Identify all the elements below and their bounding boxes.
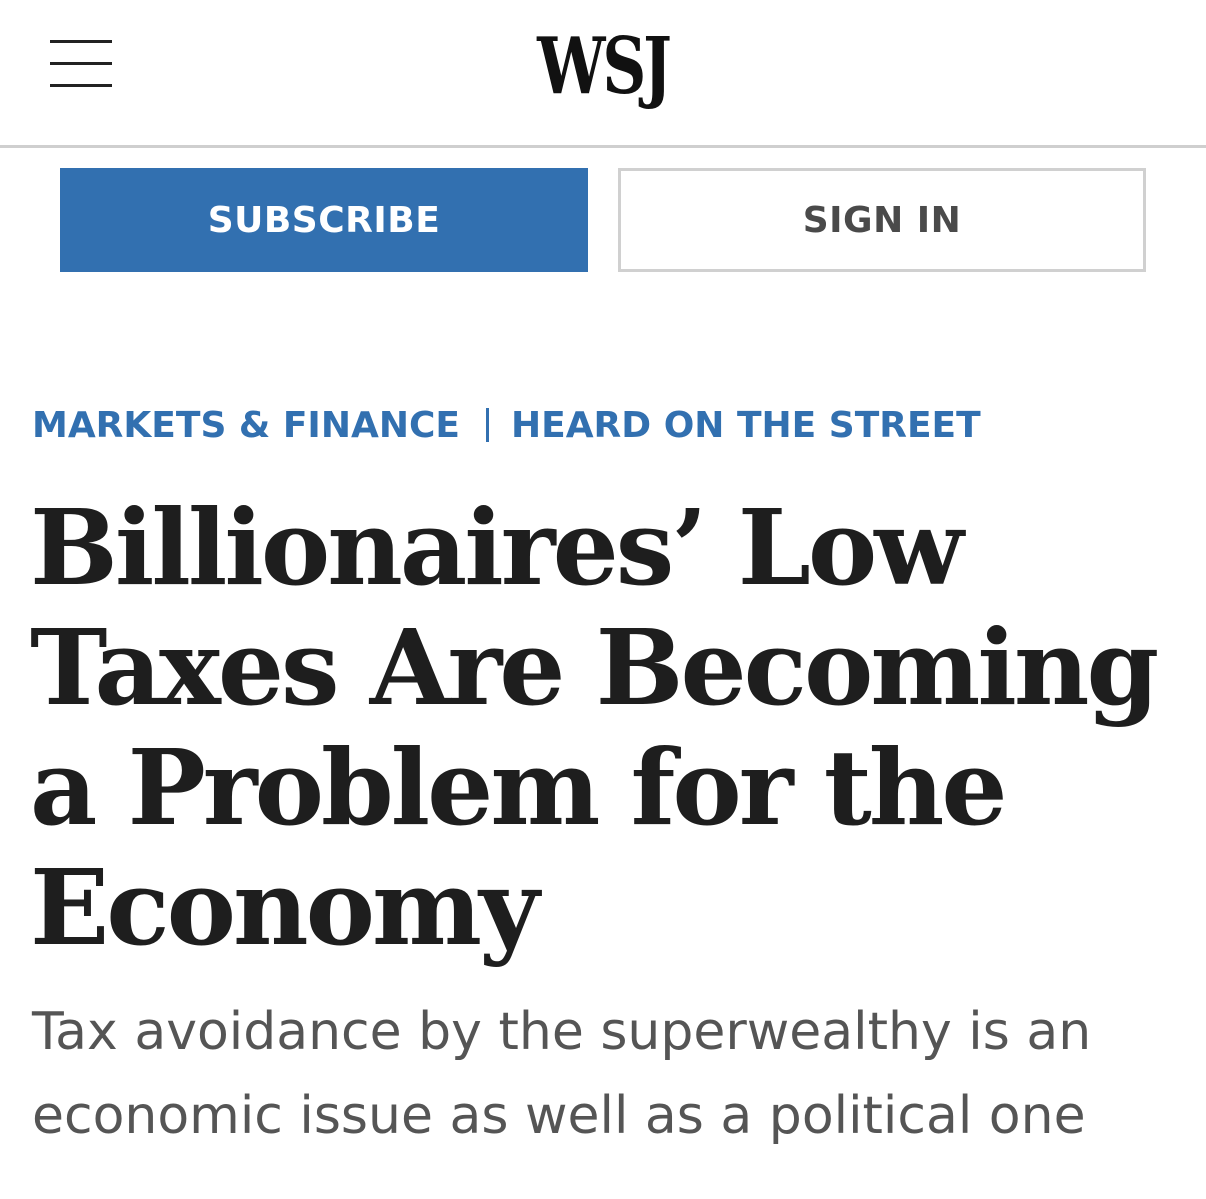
menu-icon-line — [50, 40, 112, 43]
breadcrumb-subsection-link[interactable]: HEARD ON THE STREET — [511, 405, 981, 446]
breadcrumb-section-link[interactable]: MARKETS & FINANCE — [32, 405, 460, 446]
breadcrumb: MARKETS & FINANCE HEARD ON THE STREET — [32, 400, 981, 450]
article-headline: Billionaires’ Low Taxes Are Becoming a P… — [30, 486, 1159, 969]
top-navigation-bar: WSJ — [0, 0, 1206, 148]
subscribe-button[interactable]: SUBSCRIBE — [60, 168, 588, 272]
article-dek: Tax avoidance by the superwealthy is an … — [32, 1002, 1092, 1146]
sign-in-button[interactable]: SIGN IN — [618, 168, 1146, 272]
menu-icon-line — [50, 84, 112, 87]
wsj-logo[interactable]: WSJ — [133, 22, 1074, 112]
hamburger-menu-icon[interactable] — [50, 38, 112, 88]
breadcrumb-divider — [485, 408, 489, 442]
menu-icon-line — [50, 62, 112, 65]
